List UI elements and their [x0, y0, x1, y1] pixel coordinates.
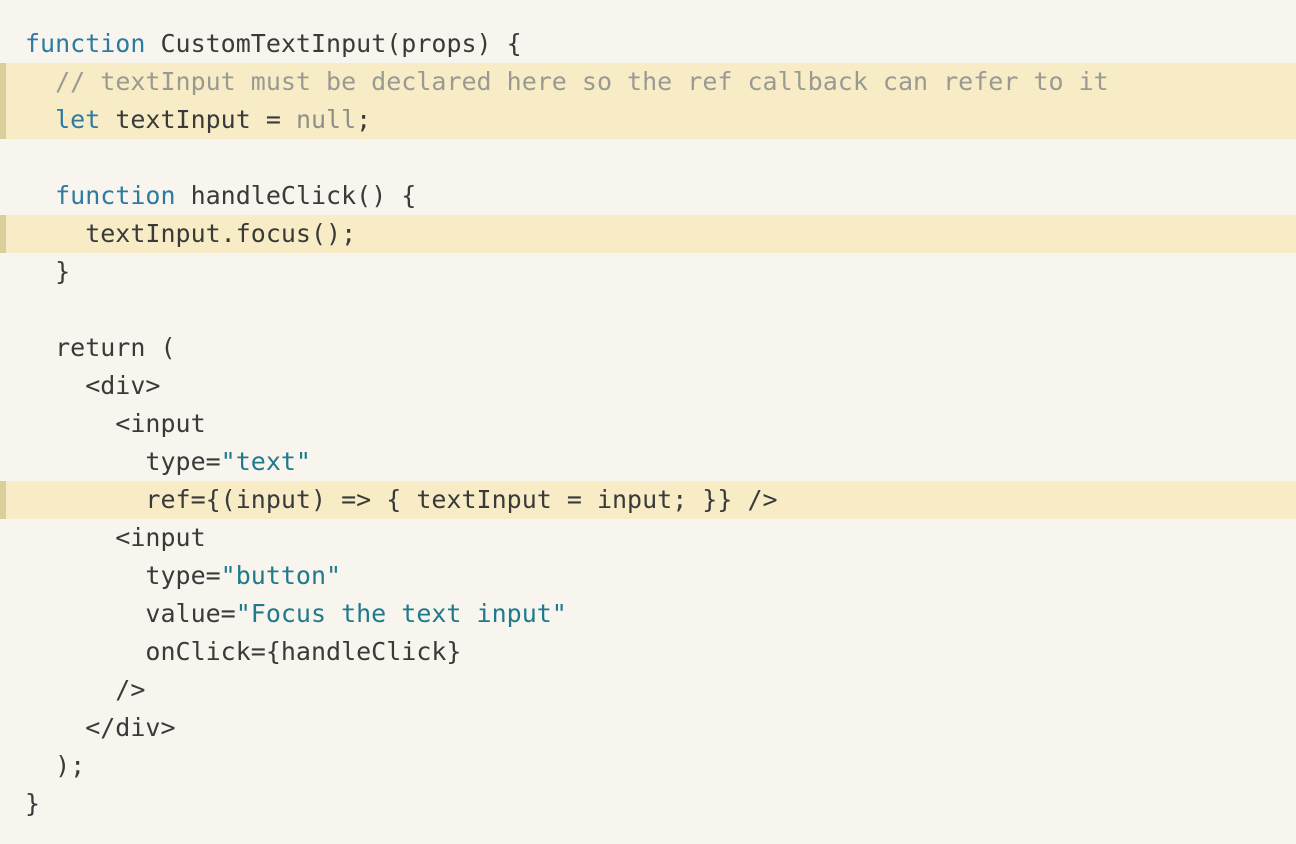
code-token: ; [356, 105, 372, 134]
code-token: <input [25, 409, 206, 438]
highlighted-code-line: // textInput must be declared here so th… [0, 63, 1296, 101]
code-line: } [0, 785, 1296, 823]
highlighted-code-line: textInput.focus(); [0, 215, 1296, 253]
code-token: onClick={handleClick} [25, 637, 462, 666]
highlighted-code-line: ref={(input) => { textInput = input; }} … [0, 481, 1296, 519]
code-line: function CustomTextInput(props) { [0, 25, 1296, 63]
code-token: handleClick() { [175, 181, 417, 210]
code-token: type= [25, 447, 221, 476]
code-line: } [0, 253, 1296, 291]
code-line: function handleClick() { [0, 177, 1296, 215]
code-token: "Focus the text input" [235, 599, 567, 628]
code-line: <input [0, 405, 1296, 443]
code-token: <div> [25, 371, 161, 400]
code-token: function [25, 29, 146, 58]
code-token: } [25, 789, 41, 818]
code-token: CustomTextInput(props) { [145, 29, 522, 58]
code-token: textInput.focus(); [25, 219, 357, 248]
code-line: <div> [0, 367, 1296, 405]
code-line: onClick={handleClick} [0, 633, 1296, 671]
code-token: let [55, 105, 101, 134]
code-line: </div> [0, 709, 1296, 747]
code-token: textInput = [100, 105, 296, 134]
code-line: ); [0, 747, 1296, 785]
code-token: type= [25, 561, 221, 590]
code-token: } [25, 257, 71, 286]
code-token: ); [25, 751, 86, 780]
code-token: ref={(input) => { textInput = input; }} … [25, 485, 778, 514]
code-token: <input [25, 523, 206, 552]
code-block: function CustomTextInput(props) { // tex… [0, 0, 1296, 844]
code-line: value="Focus the text input" [0, 595, 1296, 633]
code-token: // textInput must be declared here so th… [55, 67, 1109, 96]
code-token: value= [25, 599, 236, 628]
code-token: </div> [25, 713, 176, 742]
code-line: type="text" [0, 443, 1296, 481]
code-token: /> [25, 675, 146, 704]
code-line: /> [0, 671, 1296, 709]
code-line: return ( [0, 329, 1296, 367]
code-token: "text" [220, 447, 311, 476]
code-line: type="button" [0, 557, 1296, 595]
code-token: function [55, 181, 176, 210]
code-token: "button" [220, 561, 342, 590]
code-line: <input [0, 519, 1296, 557]
code-token: null [295, 105, 357, 134]
highlighted-code-line: let textInput = null; [0, 101, 1296, 139]
code-token: return ( [25, 333, 176, 362]
